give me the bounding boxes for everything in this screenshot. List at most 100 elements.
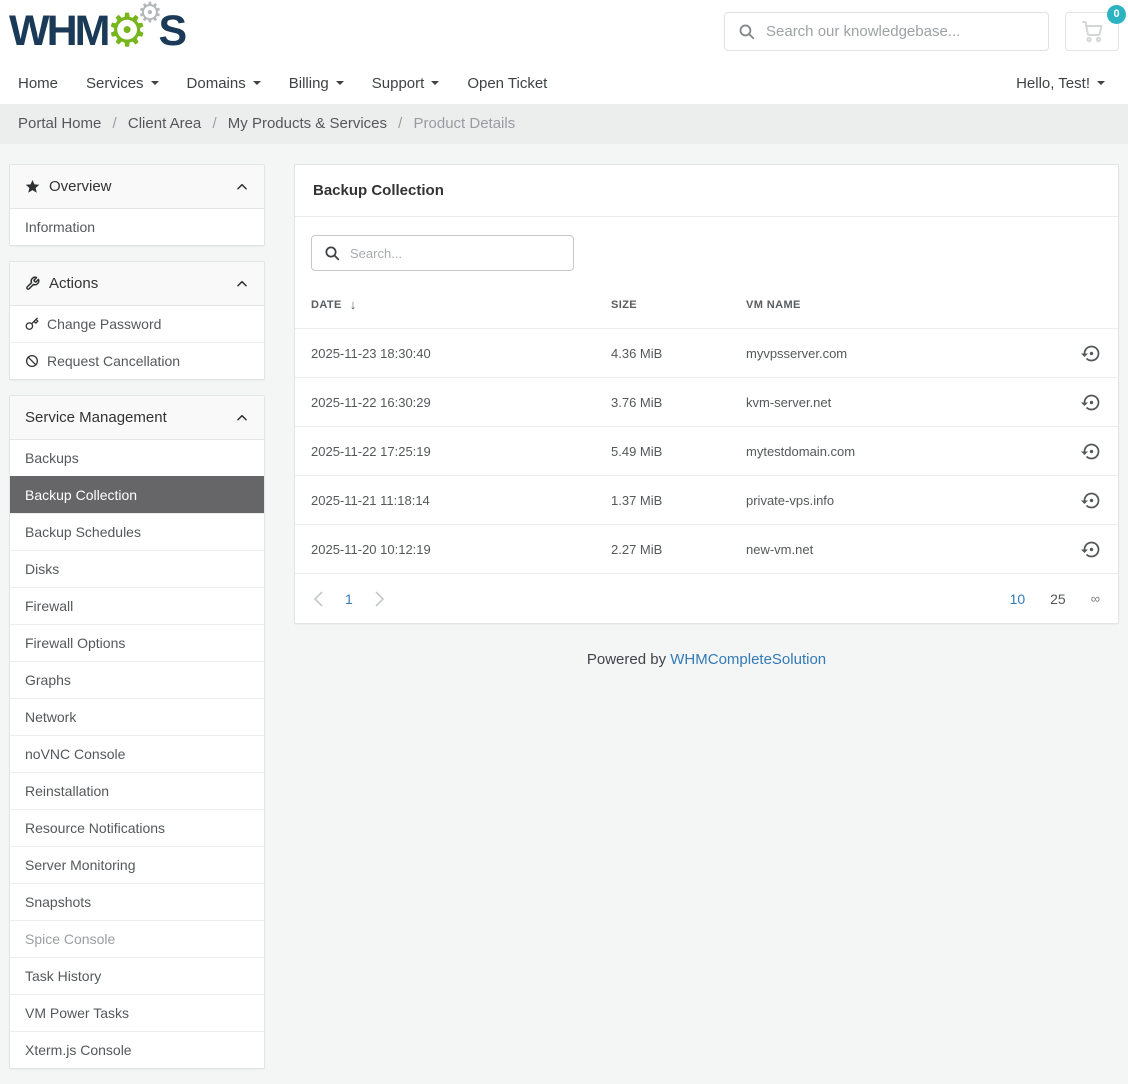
page-size-all[interactable]: ∞ xyxy=(1091,591,1100,606)
caret-down-icon xyxy=(151,81,159,85)
nav-item-support[interactable]: Support xyxy=(358,65,454,102)
cell-vm-name: private-vps.info xyxy=(746,493,1062,508)
sidebar-item-xterm-console[interactable]: Xterm.js Console xyxy=(10,1031,264,1068)
page-title: Backup Collection xyxy=(295,165,1118,217)
sidebar-item-backups[interactable]: Backups xyxy=(10,440,264,476)
ban-icon xyxy=(25,354,39,368)
breadcrumb-client-area[interactable]: Client Area xyxy=(128,115,201,132)
restore-icon[interactable] xyxy=(1062,392,1102,413)
nav-item-domains[interactable]: Domains xyxy=(173,65,275,102)
sidebar-item-resource-notifications[interactable]: Resource Notifications xyxy=(10,809,264,846)
nav-item-billing[interactable]: Billing xyxy=(275,65,358,102)
whmcs-logo[interactable]: WHM ⚙ ⚙ S xyxy=(9,6,184,56)
shopping-cart-icon xyxy=(1080,19,1104,43)
table-row: 2025-11-22 17:25:19 5.49 MiB mytestdomai… xyxy=(295,426,1118,475)
column-header-size[interactable]: SIZE xyxy=(611,299,746,311)
nav-item-home[interactable]: Home xyxy=(9,65,72,102)
cell-vm-name: new-vm.net xyxy=(746,542,1062,557)
sidebar-item-novnc-console[interactable]: noVNC Console xyxy=(10,735,264,772)
actions-panel: Actions Change Password Request Cancella… xyxy=(9,261,265,380)
knowledgebase-search xyxy=(724,12,1049,51)
knowledgebase-search-input[interactable] xyxy=(766,23,1035,40)
powered-by-text: Powered by xyxy=(587,651,670,668)
sidebar-item-firewall-options[interactable]: Firewall Options xyxy=(10,624,264,661)
footer: Powered by WHMCompleteSolution xyxy=(294,624,1119,698)
prev-page-button[interactable] xyxy=(313,591,323,607)
table-row: 2025-11-23 18:30:40 4.36 MiB myvpsserver… xyxy=(295,328,1118,377)
caret-down-icon xyxy=(431,81,439,85)
sidebar-item-snapshots[interactable]: Snapshots xyxy=(10,883,264,920)
sidebar-item-vm-power-tasks[interactable]: VM Power Tasks xyxy=(10,994,264,1031)
breadcrumb-current: Product Details xyxy=(414,115,516,132)
cell-date: 2025-11-20 10:12:19 xyxy=(311,542,611,557)
chevron-left-icon xyxy=(313,591,323,607)
sort-desc-icon: ↓ xyxy=(350,297,357,312)
table-search-input[interactable] xyxy=(350,246,561,261)
wrench-icon xyxy=(25,276,40,291)
service-management-panel-header[interactable]: Service Management xyxy=(10,396,264,440)
chevron-right-icon xyxy=(375,591,385,607)
table-row: 2025-11-21 11:18:14 1.37 MiB private-vps… xyxy=(295,475,1118,524)
cell-date: 2025-11-21 11:18:14 xyxy=(311,493,611,508)
search-icon xyxy=(324,245,340,261)
caret-down-icon xyxy=(1097,81,1105,85)
overview-panel: Overview Information xyxy=(9,164,265,246)
overview-panel-header[interactable]: Overview xyxy=(10,165,264,209)
restore-icon[interactable] xyxy=(1062,441,1102,462)
sidebar: Overview Information Actions xyxy=(9,164,265,1084)
page-size-10[interactable]: 10 xyxy=(1010,591,1026,607)
cell-vm-name: kvm-server.net xyxy=(746,395,1062,410)
main-navigation: Home Services Domains Billing Support Op… xyxy=(0,62,1128,104)
sidebar-item-information[interactable]: Information xyxy=(10,209,264,245)
key-icon xyxy=(25,317,39,331)
sidebar-item-firewall[interactable]: Firewall xyxy=(10,587,264,624)
chevron-up-icon xyxy=(235,180,249,194)
sidebar-item-task-history[interactable]: Task History xyxy=(10,957,264,994)
cell-size: 3.76 MiB xyxy=(611,395,746,410)
column-header-vm-name[interactable]: VM NAME xyxy=(746,299,1062,311)
service-management-panel: Service Management Backups Backup Collec… xyxy=(9,395,265,1069)
cell-date: 2025-11-22 16:30:29 xyxy=(311,395,611,410)
gear-icon: ⚙ xyxy=(137,0,162,27)
whmcs-footer-link[interactable]: WHMCompleteSolution xyxy=(670,651,826,668)
chevron-up-icon xyxy=(235,411,249,425)
cell-size: 2.27 MiB xyxy=(611,542,746,557)
top-header: WHM ⚙ ⚙ S 0 xyxy=(0,0,1128,62)
sidebar-item-change-password[interactable]: Change Password xyxy=(10,306,264,342)
cart-button[interactable]: 0 xyxy=(1065,12,1119,51)
cell-vm-name: myvpsserver.com xyxy=(746,346,1062,361)
next-page-button[interactable] xyxy=(375,591,385,607)
caret-down-icon xyxy=(336,81,344,85)
cell-vm-name: mytestdomain.com xyxy=(746,444,1062,459)
sidebar-item-disks[interactable]: Disks xyxy=(10,550,264,587)
sidebar-item-network[interactable]: Network xyxy=(10,698,264,735)
actions-panel-header[interactable]: Actions xyxy=(10,262,264,306)
panel-title: Actions xyxy=(49,275,98,292)
sidebar-item-backup-schedules[interactable]: Backup Schedules xyxy=(10,513,264,550)
breadcrumb-portal-home[interactable]: Portal Home xyxy=(18,115,101,132)
column-header-date[interactable]: DATE ↓ xyxy=(311,297,611,312)
user-menu[interactable]: Hello, Test! xyxy=(1002,65,1119,102)
cell-size: 1.37 MiB xyxy=(611,493,746,508)
page-size-25[interactable]: 25 xyxy=(1050,591,1066,607)
nav-item-open-ticket[interactable]: Open Ticket xyxy=(453,65,561,102)
cell-size: 5.49 MiB xyxy=(611,444,746,459)
sidebar-item-server-monitoring[interactable]: Server Monitoring xyxy=(10,846,264,883)
table-row: 2025-11-22 16:30:29 3.76 MiB kvm-server.… xyxy=(295,377,1118,426)
sidebar-item-graphs[interactable]: Graphs xyxy=(10,661,264,698)
breadcrumb-separator: / xyxy=(212,115,216,132)
cell-date: 2025-11-23 18:30:40 xyxy=(311,346,611,361)
table-search xyxy=(311,235,574,271)
nav-item-services[interactable]: Services xyxy=(72,65,173,102)
sidebar-item-backup-collection[interactable]: Backup Collection xyxy=(10,476,264,513)
search-icon xyxy=(738,23,755,40)
restore-icon[interactable] xyxy=(1062,539,1102,560)
sidebar-item-request-cancellation[interactable]: Request Cancellation xyxy=(10,342,264,379)
star-icon xyxy=(25,179,40,194)
sidebar-item-reinstallation[interactable]: Reinstallation xyxy=(10,772,264,809)
breadcrumb-my-products[interactable]: My Products & Services xyxy=(228,115,387,132)
sidebar-item-spice-console[interactable]: Spice Console xyxy=(10,920,264,957)
page-number[interactable]: 1 xyxy=(345,591,353,607)
restore-icon[interactable] xyxy=(1062,343,1102,364)
restore-icon[interactable] xyxy=(1062,490,1102,511)
